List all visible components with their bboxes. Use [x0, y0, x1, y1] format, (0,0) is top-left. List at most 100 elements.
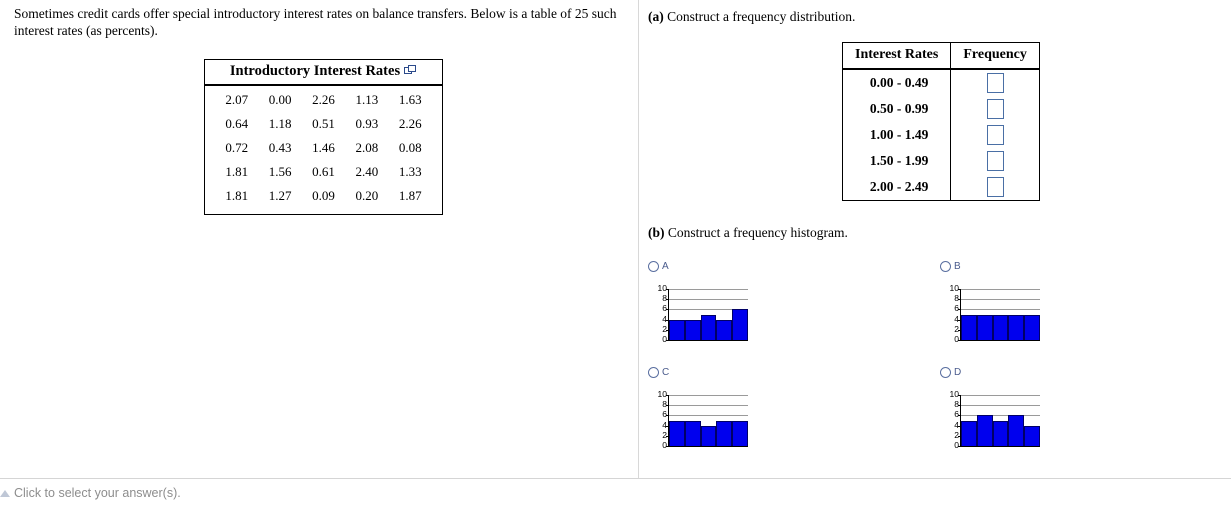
- interest-rate-cell: 2.40: [355, 164, 379, 179]
- option-head-b[interactable]: B: [940, 258, 1040, 274]
- radio-button-a[interactable]: [648, 260, 659, 272]
- option-head-d[interactable]: D: [940, 364, 1040, 380]
- interest-rate-cell: 2.07: [225, 92, 249, 107]
- bar-2: [684, 319, 701, 340]
- radio-button-d[interactable]: [940, 366, 951, 378]
- y-axis-labels-c: 0 2 4 6 8 10: [652, 390, 667, 450]
- interest-rate-cell: 0.72: [225, 140, 249, 155]
- interest-rate-cell: 0.43: [268, 140, 292, 155]
- frequency-input-4[interactable]: [986, 151, 1004, 171]
- table-row: 0.50 - 0.99: [841, 96, 1040, 122]
- bar-5: [1024, 314, 1040, 340]
- part-a-prompt-text: Construct a frequency distribution.: [663, 9, 856, 24]
- table-row: 2.07 0.00 2.26 1.13 1.63: [215, 88, 432, 112]
- y-axis-labels-a: 0 2 4 6 8 10: [652, 284, 667, 344]
- frequency-input-1[interactable]: [986, 73, 1004, 93]
- table-row: 0.72 0.43 1.46 2.08 0.08: [215, 136, 432, 160]
- interest-rate-interval-1: 0.00 - 0.49: [841, 69, 952, 96]
- bar-4: [1008, 314, 1025, 340]
- frequency-input-5[interactable]: [986, 177, 1004, 197]
- table-row: 0.00 - 0.49: [841, 69, 1040, 96]
- frequency-table-body: 0.00 - 0.49 0.50 - 0.99 1.00 - 1.49 1.50 - …: [841, 69, 1040, 201]
- histogram-c[interactable]: 0 2 4 6 8 10: [652, 390, 748, 451]
- right-panel: (a) Construct a frequency distribution. …: [640, 0, 1231, 478]
- data-table-title: Introductory Interest Rates: [205, 60, 442, 86]
- interest-rate-cell: 1.87: [398, 188, 422, 203]
- interest-rate-cell: 0.51: [312, 116, 335, 131]
- frequency-cell-5: [950, 174, 1040, 201]
- frequency-input-2[interactable]: [986, 99, 1004, 119]
- bar-2: [684, 420, 701, 446]
- data-grid: 2.07 0.00 2.26 1.13 1.63 0.64 1.18 0.51 0.93 2.26…: [215, 88, 432, 208]
- interest-rate-cell: 1.56: [268, 164, 292, 179]
- interest-rate-cell: 0.08: [398, 140, 422, 155]
- part-a-marker: (a): [648, 9, 664, 24]
- popup-window-icon[interactable]: [404, 65, 417, 76]
- option-label-b: B: [954, 260, 961, 272]
- bars-d: [961, 395, 1040, 446]
- interest-rate-cell: 1.46: [312, 140, 335, 155]
- data-table-body: 2.07 0.00 2.26 1.13 1.63 0.64 1.18 0.51 0.93 2.26…: [205, 86, 442, 214]
- bar-1: [961, 314, 977, 340]
- part-b-prompt-text: Construct a frequency histogram.: [664, 225, 848, 240]
- histogram-d[interactable]: 0 2 4 6 8 10: [944, 390, 1040, 451]
- frequency-table-header-row: Interest Rates Frequency: [841, 42, 1040, 70]
- interest-rate-interval-4: 1.50 - 1.99: [841, 148, 952, 174]
- interest-rate-cell: 0.61: [312, 164, 335, 179]
- answer-option-b[interactable]: B 0 2 4 6 8 10: [940, 258, 1040, 345]
- answer-option-c[interactable]: C 0 2 4 6 8 10: [648, 364, 748, 451]
- interest-rate-cell: 1.81: [225, 188, 249, 203]
- y-axis-labels-d: 0 2 4 6 8 10: [944, 390, 959, 450]
- status-hint: Click to select your answer(s).: [14, 486, 181, 500]
- part-b-prompt: (b) Construct a frequency histogram.: [648, 225, 848, 241]
- bar-4: [716, 420, 733, 446]
- column-header-interest-rates: Interest Rates: [841, 42, 952, 70]
- interest-rate-cell: 0.09: [312, 188, 335, 203]
- bar-3: [700, 314, 717, 340]
- option-label-d: D: [954, 366, 962, 378]
- data-grid-body: 2.07 0.00 2.26 1.13 1.63 0.64 1.18 0.51 0.93 2.26…: [215, 88, 432, 208]
- plot-area-d: [958, 395, 1040, 447]
- interest-rate-cell: 1.63: [398, 92, 422, 107]
- frequency-cell-3: [950, 122, 1040, 148]
- bars-a: [669, 289, 748, 340]
- interest-rate-cell: 2.26: [398, 116, 422, 131]
- option-head-c[interactable]: C: [648, 364, 748, 380]
- table-row: 0.64 1.18 0.51 0.93 2.26: [215, 112, 432, 136]
- bars-b: [961, 289, 1040, 340]
- bar-1: [669, 319, 685, 340]
- frequency-cell-1: [950, 69, 1040, 96]
- bar-2: [976, 415, 993, 446]
- interest-rate-cell: 1.27: [268, 188, 292, 203]
- plot-area-b: [958, 289, 1040, 341]
- cursor-arrow-icon: [0, 490, 10, 497]
- option-label-c: C: [662, 366, 670, 378]
- table-row: 1.00 - 1.49: [841, 122, 1040, 148]
- column-header-frequency: Frequency: [950, 42, 1040, 70]
- interest-rate-interval-2: 0.50 - 0.99: [841, 96, 952, 122]
- frequency-cell-4: [950, 148, 1040, 174]
- radio-button-c[interactable]: [648, 366, 659, 378]
- interest-rate-cell: 2.26: [312, 92, 335, 107]
- radio-button-b[interactable]: [940, 260, 951, 272]
- histogram-b[interactable]: 0 2 4 6 8 10: [944, 284, 1040, 345]
- left-panel: Sometimes credit cards offer special int…: [0, 0, 639, 478]
- table-row: 2.00 - 2.49: [841, 174, 1040, 201]
- bars-c: [669, 395, 748, 446]
- bar-5: [1024, 425, 1040, 446]
- interest-rate-interval-3: 1.00 - 1.49: [841, 122, 952, 148]
- interest-rate-cell: 0.00: [268, 92, 292, 107]
- answer-option-a[interactable]: A 0 2 4 6 8 10: [648, 258, 748, 345]
- frequency-input-3[interactable]: [986, 125, 1004, 145]
- y-axis-labels-b: 0 2 4 6 8 10: [944, 284, 959, 344]
- histogram-a[interactable]: 0 2 4 6 8 10: [652, 284, 748, 345]
- bar-1: [961, 420, 977, 446]
- bar-1: [669, 420, 685, 446]
- interest-rate-cell: 0.93: [355, 116, 379, 131]
- answer-option-d[interactable]: D 0 2 4 6 8 10: [940, 364, 1040, 451]
- option-head-a[interactable]: A: [648, 258, 748, 274]
- bar-3: [992, 420, 1009, 446]
- interest-rate-cell: 0.64: [225, 116, 249, 131]
- y-tick-0: [958, 340, 961, 341]
- bar-3: [992, 314, 1009, 340]
